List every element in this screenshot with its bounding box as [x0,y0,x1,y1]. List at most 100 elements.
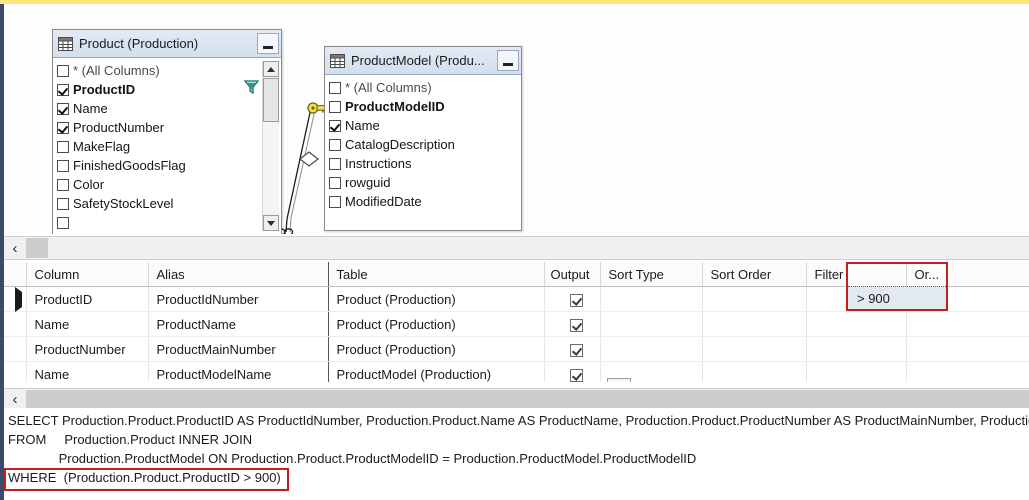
column-checkbox[interactable] [57,178,69,191]
column-checkbox[interactable] [57,197,69,210]
column-checkbox[interactable] [57,83,69,96]
table-window-productmodel[interactable]: ProductModel (Produ... * (All Columns) P… [324,46,522,231]
grid-header-sort-order[interactable]: Sort Order [702,262,807,287]
cell-table[interactable]: ProductModel (Production) [328,361,545,382]
output-dropdown-stub[interactable] [607,378,631,382]
grid-header-sort-type[interactable]: Sort Type [600,262,703,287]
column-checkbox[interactable] [57,64,69,77]
cell-or[interactable] [906,336,1029,362]
sql-line[interactable]: FROM Production.Product INNER JOIN [8,432,252,447]
output-checkbox[interactable] [569,293,583,307]
minimize-button[interactable] [497,50,519,71]
column-list-item[interactable]: rowguid [329,173,515,192]
sql-line[interactable]: SELECT Production.Product.ProductID AS P… [8,413,1029,428]
row-selector[interactable] [4,361,27,382]
cell-column[interactable]: Name [26,361,149,382]
output-checkbox[interactable] [569,343,583,357]
cell-alias[interactable]: ProductIdNumber [148,286,329,312]
cell-or[interactable] [906,361,1029,382]
cell-table[interactable]: Product (Production) [328,286,545,312]
sql-line-where[interactable]: WHERE (Production.Product.ProductID > 90… [8,470,281,485]
grid-header-filter[interactable]: Filter [806,262,907,287]
cell-alias[interactable]: ProductModelName [148,361,329,382]
sql-line[interactable]: Production.ProductModel ON Production.Pr… [8,451,697,466]
scroll-up-button[interactable] [263,61,279,77]
column-list-item[interactable]: * (All Columns) [57,61,261,80]
cell-filter[interactable] [806,336,907,362]
row-selector[interactable] [4,286,27,312]
column-checkbox[interactable] [57,140,69,153]
scroll-left-button[interactable]: ‹ [4,389,26,409]
cell-alias[interactable]: ProductMainNumber [148,336,329,362]
column-list-item[interactable]: ProductID [57,80,261,99]
column-list-item[interactable]: MakeFlag [57,137,261,156]
column-list-item[interactable]: * (All Columns) [329,78,515,97]
column-checkbox[interactable] [329,119,341,132]
column-checkbox[interactable] [329,100,341,113]
table-row[interactable]: Name ProductName Product (Production) [4,311,1029,337]
table-window-titlebar[interactable]: Product (Production) [53,30,281,58]
cell-sort-type[interactable] [600,311,703,337]
cell-output[interactable] [544,336,601,362]
cell-column[interactable]: ProductNumber [26,336,149,362]
minimize-button[interactable] [257,33,279,54]
row-selector[interactable] [4,336,27,362]
scrollbar-thumb[interactable] [26,238,48,258]
column-checkbox[interactable] [57,102,69,115]
column-checkbox[interactable] [329,157,341,170]
column-list-item[interactable]: Color [57,175,261,194]
scroll-down-button[interactable] [263,215,279,231]
scrollbar-thumb[interactable] [263,78,279,122]
table-window-product[interactable]: Product (Production) * (All Columns) Pro… [52,29,282,234]
column-checkbox[interactable] [57,121,69,134]
cell-column[interactable]: Name [26,311,149,337]
cell-filter[interactable] [806,361,907,382]
grid-horizontal-scrollbar[interactable]: ‹ [4,388,1029,410]
grid-header-output[interactable]: Output [544,262,601,287]
column-checkbox[interactable] [57,216,69,229]
column-list-item[interactable]: ProductModelID [329,97,515,116]
row-selector[interactable] [4,311,27,337]
column-list-item[interactable]: FinishedGoodsFlag [57,156,261,175]
column-list-item[interactable]: SafetyStockLevel [57,194,261,213]
grid-header-alias[interactable]: Alias [148,262,329,287]
column-list-item[interactable]: ModifiedDate [329,192,515,211]
column-list-item[interactable]: Name [329,116,515,135]
column-checkbox[interactable] [329,176,341,189]
scroll-left-button[interactable]: ‹ [4,237,26,259]
output-checkbox[interactable] [569,368,583,382]
cell-column[interactable]: ProductID [26,286,149,312]
cell-sort-order[interactable] [702,361,807,382]
cell-sort-type[interactable] [600,336,703,362]
scrollbar-thumb[interactable] [26,390,1029,408]
column-list-item[interactable]: CatalogDescription [329,135,515,154]
cell-table[interactable]: Product (Production) [328,311,545,337]
table-row[interactable]: ProductNumber ProductMainNumber Product … [4,336,1029,362]
column-list-scrollbar[interactable] [262,61,279,231]
cell-table[interactable]: Product (Production) [328,336,545,362]
column-list-item[interactable]: ProductNumber [57,118,261,137]
cell-output[interactable] [544,286,601,312]
column-list-item[interactable]: Name [57,99,261,118]
cell-filter[interactable] [806,311,907,337]
column-checkbox[interactable] [57,159,69,172]
cell-sort-order[interactable] [702,286,807,312]
cell-sort-order[interactable] [702,336,807,362]
cell-output[interactable] [544,311,601,337]
cell-output[interactable] [544,361,601,382]
column-checkbox[interactable] [329,195,341,208]
cell-sort-order[interactable] [702,311,807,337]
diagram-horizontal-scrollbar[interactable]: ‹ [4,236,1029,260]
filter-cell-value[interactable]: > 900 [857,291,890,306]
sql-pane[interactable]: SELECT Production.Product.ProductID AS P… [4,408,1029,500]
funnel-filter-icon[interactable] [243,80,260,97]
grid-header-or[interactable]: Or... [906,262,1029,287]
cell-or[interactable] [906,311,1029,337]
grid-header-column[interactable]: Column [26,262,149,287]
column-list-item-partial[interactable] [57,213,261,231]
cell-sort-type[interactable] [600,286,703,312]
column-checkbox[interactable] [329,81,341,94]
cell-alias[interactable]: ProductName [148,311,329,337]
grid-header-table[interactable]: Table [328,262,545,287]
column-checkbox[interactable] [329,138,341,151]
